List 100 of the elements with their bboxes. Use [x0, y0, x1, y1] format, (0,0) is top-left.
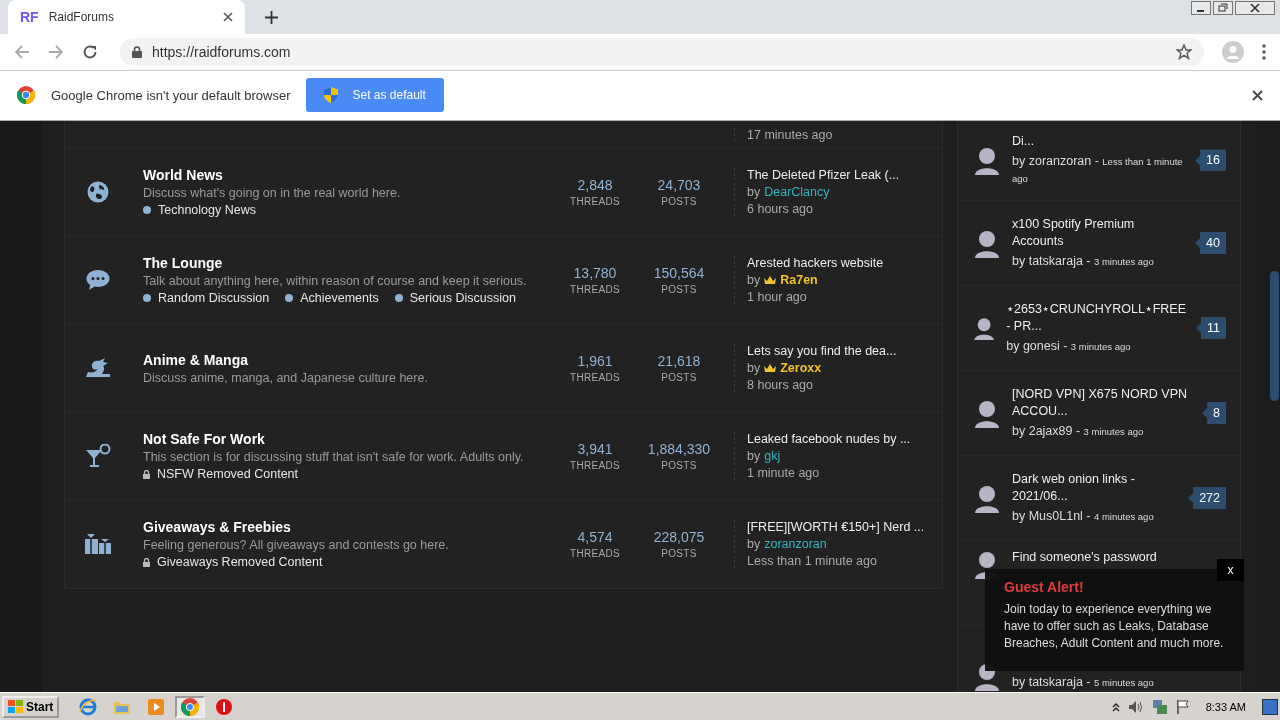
thread-title-link[interactable]: [NORD VPN] X675 NORD VPN ACCOU... — [1012, 385, 1193, 420]
address-bar[interactable]: https://raidforums.com — [120, 37, 1204, 66]
post-count: 21,618 — [657, 353, 701, 370]
default-browser-message: Google Chrome isn't your default browser — [51, 87, 291, 103]
threads-label: THREADS — [570, 460, 620, 472]
forum-title-link[interactable]: Giveaways & Freebies — [143, 519, 556, 536]
scrollbar-thumb[interactable] — [1270, 270, 1279, 401]
windows-logo-icon — [8, 699, 24, 714]
thread-title-link[interactable]: x100 Spotify Premium Accounts — [1012, 215, 1186, 250]
star-icon[interactable] — [1176, 43, 1192, 60]
thread-title-link[interactable]: Dark web onion links - 2021/06... — [1012, 470, 1179, 505]
alert-message: Join today to experience everything we have to offer such as Leaks, Database Breaches, Adult Content and much more. — [1004, 600, 1224, 652]
last-post-time: 1 minute ago — [747, 466, 821, 481]
forum-title-link[interactable]: World News — [143, 167, 556, 184]
thread-byline: by zoranzoran - Less than 1 minute ago — [1012, 153, 1184, 187]
shield-icon — [324, 87, 339, 104]
thread-count: 1,961 — [577, 353, 613, 370]
menu-icon[interactable] — [1262, 43, 1266, 60]
reload-icon[interactable] — [82, 43, 98, 60]
speaker-icon[interactable] — [1127, 699, 1144, 714]
lock-icon — [143, 469, 150, 479]
start-button[interactable]: Start — [2, 695, 60, 718]
last-post-time: 17 minutes ago — [747, 127, 834, 142]
thread-byline: by tatskaraja - 5 minutes ago — [1012, 673, 1155, 691]
wave-icon — [84, 357, 112, 380]
post-count: 1,884,330 — [647, 441, 711, 458]
chrome-icon — [181, 697, 200, 716]
post-count: 150,564 — [653, 265, 705, 282]
thread-count: 2,848 — [577, 177, 613, 194]
chrome-taskbar-button[interactable] — [175, 695, 206, 718]
username-link[interactable]: Ra7en — [780, 273, 818, 288]
last-post-link[interactable]: Leaked facebook nudes by ... — [747, 432, 942, 447]
last-post-time: 6 hours ago — [747, 202, 815, 217]
posts-label: POSTS — [661, 372, 697, 384]
speech-bubble-icon — [86, 269, 110, 292]
threads-label: THREADS — [570, 548, 620, 560]
by-label: by — [747, 185, 761, 200]
threads-label: THREADS — [570, 372, 620, 384]
posts-label: POSTS — [661, 196, 697, 208]
url-text: https://raidforums.com — [152, 43, 292, 60]
threads-label: THREADS — [570, 196, 620, 208]
subforum-link[interactable]: Giveaways Removed Content — [157, 555, 323, 570]
reply-count-badge: 8 — [1202, 401, 1226, 424]
by-label: by — [747, 361, 761, 376]
forum-description: Discuss anime, manga, and Japanese culture here. — [143, 370, 429, 385]
bullet-icon — [285, 294, 294, 303]
last-post-link[interactable]: The Deleted Pfizer Leak (... — [747, 168, 942, 183]
bullet-icon — [143, 294, 151, 303]
thread-count: 13,780 — [573, 265, 617, 282]
new-tab-icon[interactable] — [265, 11, 278, 24]
minimize-icon[interactable] — [1191, 1, 1211, 15]
flag-icon[interactable] — [1175, 698, 1190, 715]
subforum-link[interactable]: Achievements — [300, 291, 379, 306]
thread-count: 3,941 — [577, 441, 613, 458]
thread-count: 4,574 — [577, 529, 613, 546]
subforum-link[interactable]: NSFW Removed Content — [157, 467, 299, 482]
play-icon — [147, 697, 166, 716]
forum-title-link[interactable]: Anime & Manga — [143, 351, 556, 368]
show-desktop-button[interactable] — [1262, 698, 1278, 715]
close-icon[interactable] — [1235, 1, 1275, 15]
subforum-link[interactable]: Serious Discussion — [409, 291, 516, 306]
avatar-icon — [972, 145, 1002, 176]
forum-description: This section is for discussing stuff that isn't safe for work. Adults only. — [143, 450, 525, 465]
post-count: 228,075 — [653, 529, 705, 546]
site-logo: RF — [20, 9, 39, 25]
forum-description: Feeling generous? All giveaways and contests go here. — [143, 538, 450, 553]
alert-title: Guest Alert! — [1004, 578, 1085, 595]
forum-description: Discuss what's going on in the real world here. — [143, 186, 402, 201]
close-icon[interactable] — [223, 12, 233, 22]
thread-title-link[interactable]: Di... — [1012, 133, 1186, 151]
last-post-link[interactable]: Lets say you find the dea... — [747, 344, 942, 359]
close-button[interactable]: x — [1217, 558, 1244, 581]
close-icon[interactable] — [1252, 89, 1263, 101]
thread-title-link[interactable]: ⋆2653⋆CRUNCHYROLL⋆FREE - PR... — [1006, 300, 1186, 335]
posts-label: POSTS — [661, 284, 697, 296]
reply-count-badge: 272 — [1188, 486, 1226, 509]
username-link[interactable]: gkj — [764, 449, 781, 464]
lock-icon — [132, 45, 142, 58]
reply-count-badge: 11 — [1196, 316, 1226, 339]
thread-byline: by 2ajax89 - 3 minutes ago — [1012, 422, 1145, 440]
last-post-link[interactable]: [FREE][WORTH €150+] Nerd ... — [747, 520, 942, 535]
network-icon[interactable] — [1151, 698, 1168, 715]
restore-icon[interactable] — [1213, 1, 1233, 15]
post-count: 24,703 — [657, 177, 701, 194]
forum-title-link[interactable]: The Lounge — [143, 255, 556, 272]
last-post-link[interactable]: Arested hackers website — [747, 256, 942, 271]
subforum-link[interactable]: Random Discussion — [158, 291, 270, 306]
chrome-icon — [17, 86, 35, 105]
thread-byline: by tatskaraja - 3 minutes ago — [1012, 252, 1155, 270]
forum-description: Talk about anything here, within reason of course and keep it serious. — [143, 274, 528, 289]
lock-icon — [143, 557, 150, 567]
thread-byline: by gonesi - 3 minutes ago — [1006, 337, 1132, 355]
subforum-link[interactable]: Technology News — [158, 203, 256, 218]
forum-title-link[interactable]: Not Safe For Work — [143, 431, 556, 448]
username-link[interactable]: zoranzoran — [764, 537, 827, 552]
username-link[interactable]: DearClancy — [764, 185, 830, 200]
reply-count-badge: 40 — [1195, 231, 1226, 254]
browser-tab[interactable]: RF RaidForums — [8, 0, 245, 34]
username-link[interactable]: Zeroxx — [780, 361, 822, 376]
caret-up-icon[interactable] — [1111, 701, 1120, 712]
